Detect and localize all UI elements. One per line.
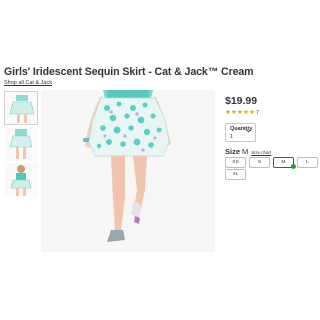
gallery-thumbnail-1[interactable] [4,91,38,125]
main-product-image[interactable] [41,90,215,252]
size-option-s[interactable]: S [249,157,270,168]
chevron-down-icon [246,129,251,133]
star-icon: ★ [243,109,249,116]
size-selected-value: M [242,147,249,156]
star-icon: ★ [249,109,255,116]
rating-stars[interactable]: ★ ★ ★ ★ ★ 7 [225,109,259,117]
thumbnail-image [4,127,38,161]
in-stock-dot-icon [291,164,296,169]
gallery-thumbnail-3[interactable] [4,163,38,197]
size-chart-link[interactable]: Size chart [251,150,271,155]
brand-link[interactable]: Shop all Cat & Jack [4,80,52,86]
star-icon: ★ [231,109,237,116]
star-icon: ★ [225,109,231,116]
thumbnail-image [4,163,38,197]
thumbnail-image [5,92,37,124]
size-header: Size M Size chart [225,147,271,156]
size-option-l[interactable]: L [297,157,318,168]
star-icon: ★ [237,109,243,116]
review-count[interactable]: 7 [256,110,259,116]
price: $19.99 [225,95,258,107]
quantity-select[interactable]: Quantity 1 [225,123,256,142]
quantity-value: 1 [230,134,234,140]
product-photo [41,90,215,252]
size-option-xs[interactable]: XS [225,157,246,168]
product-title: Girls' Iridescent Sequin Skirt - Cat & J… [4,66,254,78]
gallery-thumbnail-2[interactable] [4,127,38,161]
size-label: Size [225,147,241,156]
size-option-xl[interactable]: XL [225,169,246,180]
